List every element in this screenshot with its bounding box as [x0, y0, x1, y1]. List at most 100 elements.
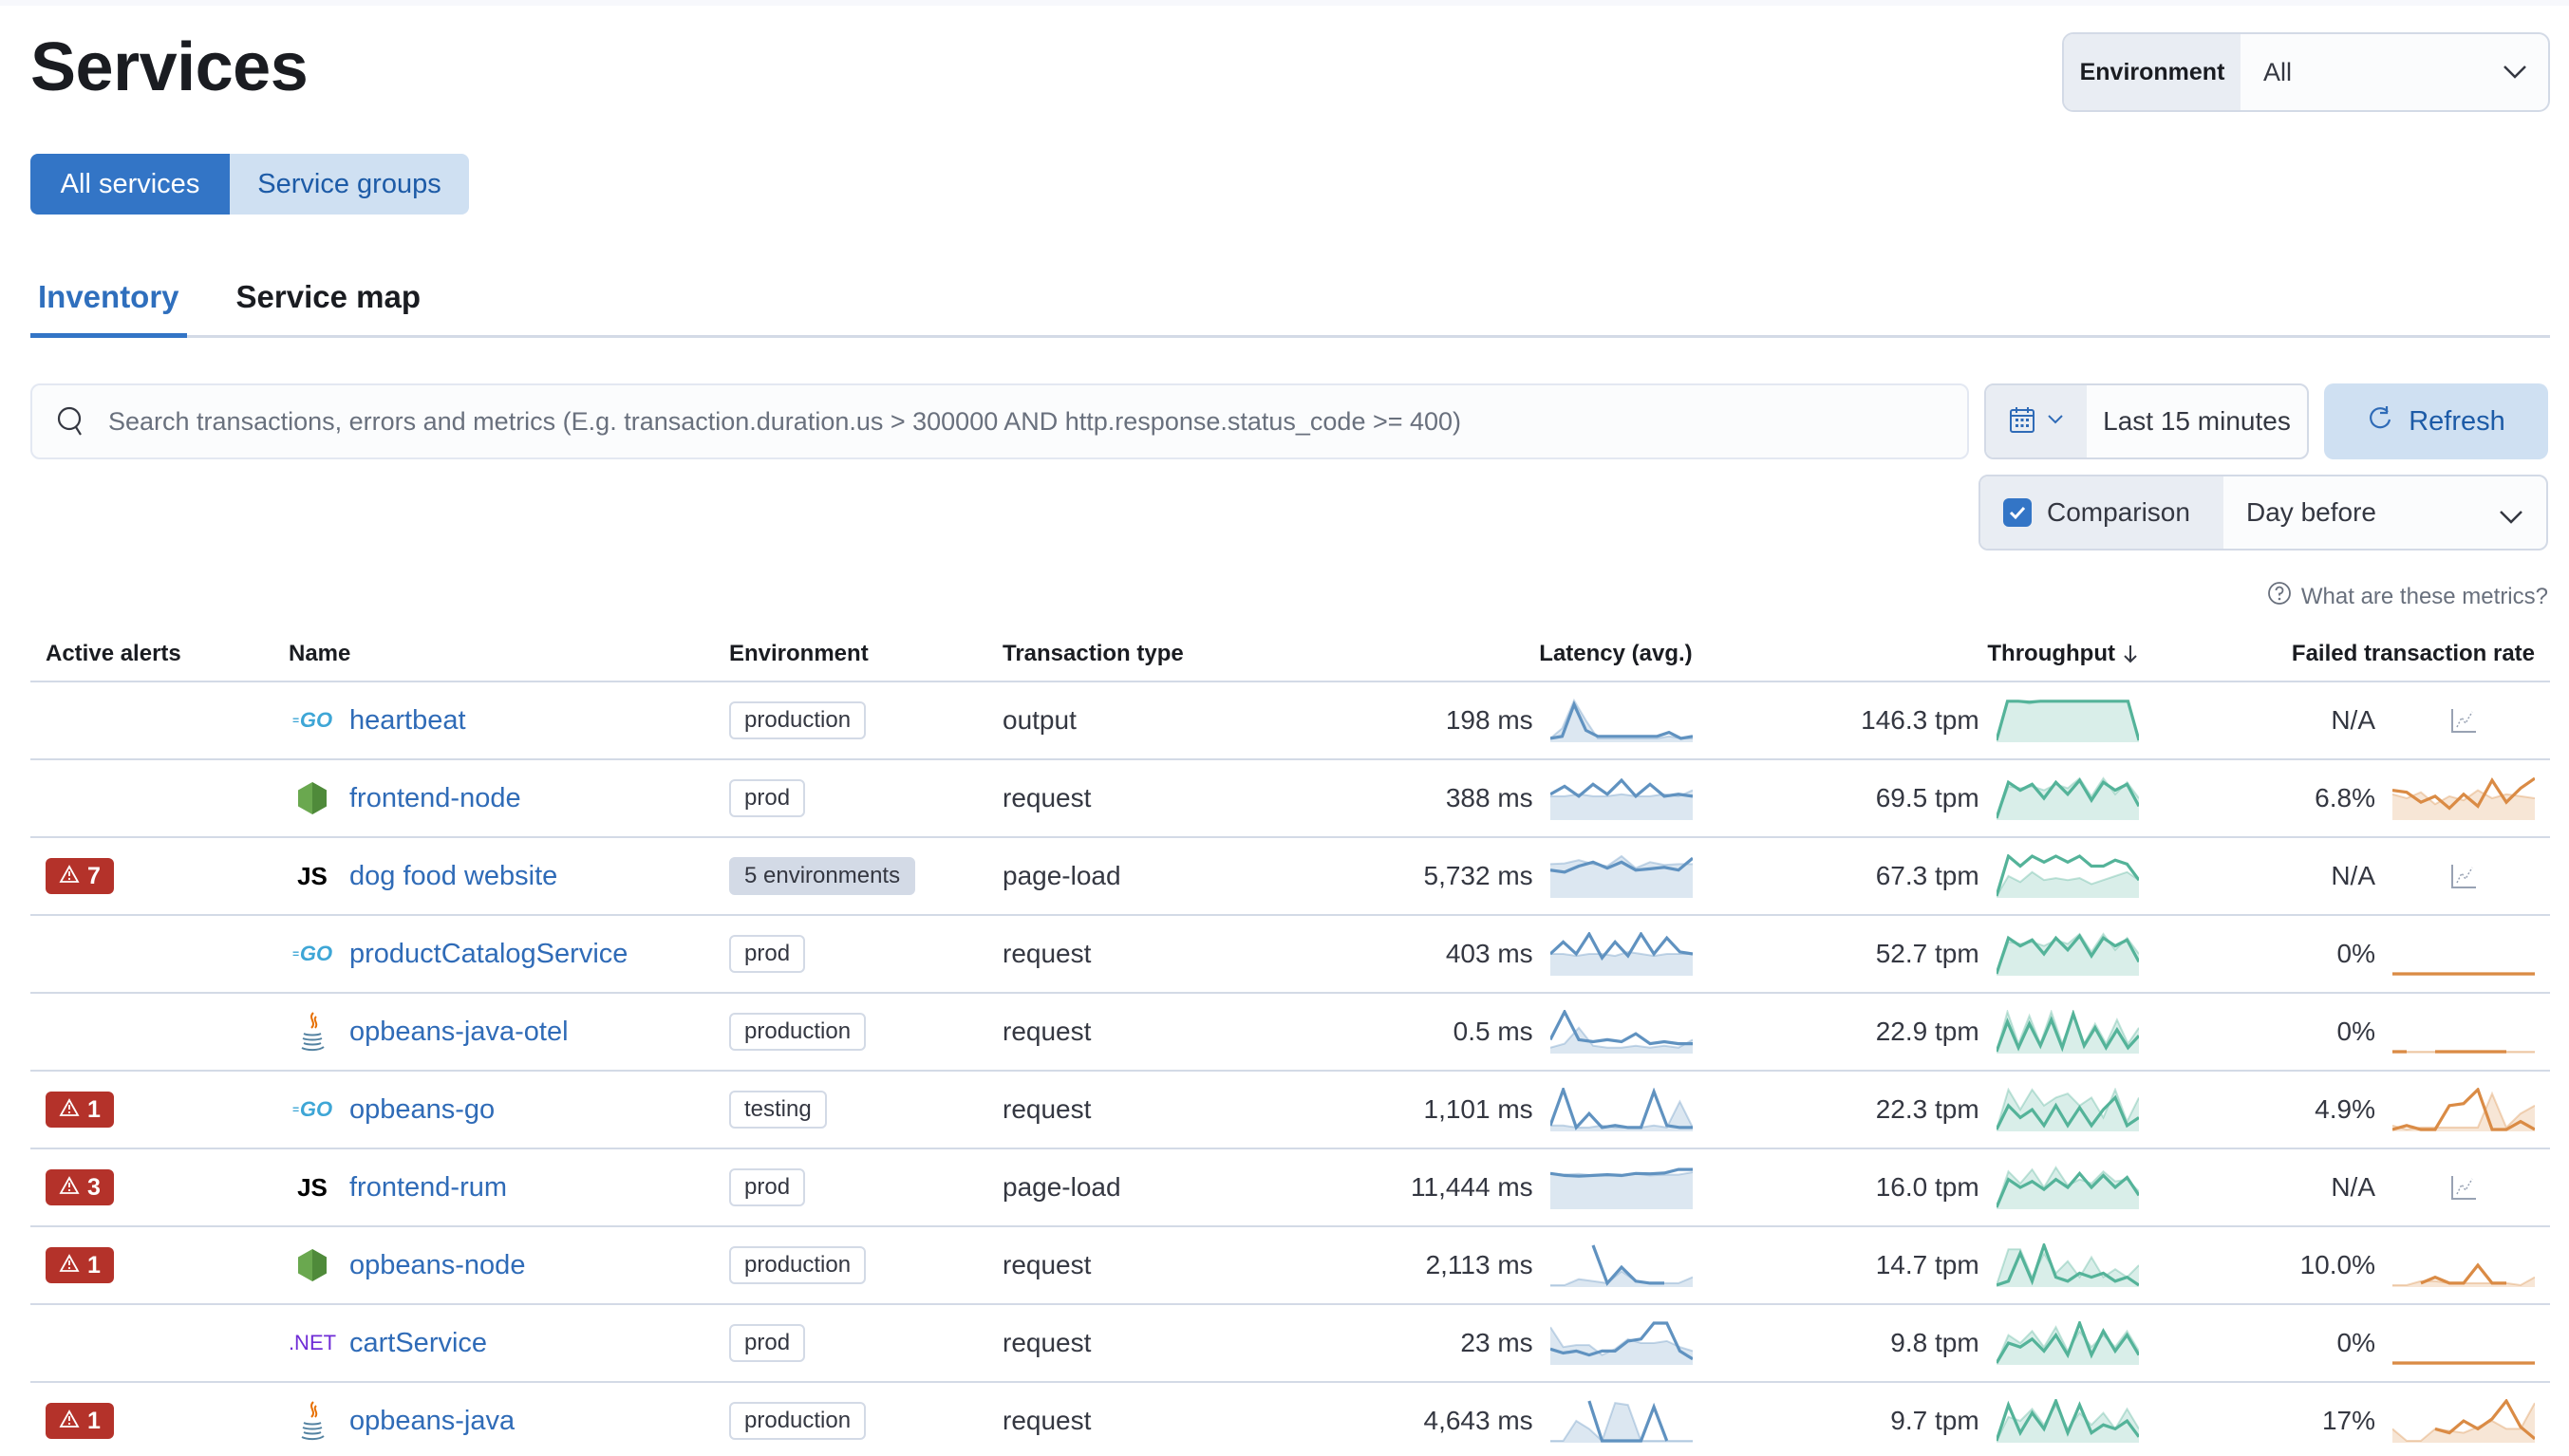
environment-badge[interactable]: 5 environments [729, 857, 916, 895]
column-header-environment[interactable]: Environment [714, 626, 987, 682]
comparison-checkbox[interactable] [2003, 498, 2032, 527]
failed-rate-value: 0% [2336, 939, 2375, 968]
failed-rate-cell: 4.9% [2153, 1071, 2550, 1149]
throughput-cell: 52.7 tpm [1707, 915, 2154, 994]
warning-icon [59, 1408, 80, 1435]
active-alerts-badge[interactable]: 3 [46, 1169, 114, 1205]
throughput-sparkline-comparison-area [1996, 700, 2139, 742]
environment-select-value[interactable]: All [2241, 34, 2482, 110]
date-range-display[interactable]: Last 15 minutes [2087, 385, 2307, 457]
service-link[interactable]: cartService [349, 1328, 487, 1359]
service-link[interactable]: productCatalogService [349, 939, 628, 970]
environment-badge: production [729, 1402, 867, 1440]
throughput-sparkline [1996, 1088, 2139, 1131]
go-agent-icon: = GO [291, 942, 333, 965]
environment-badge: prod [729, 779, 806, 817]
latency-cell: 23 ms [1396, 1304, 1708, 1383]
latency-cell: 198 ms [1396, 681, 1708, 760]
table-row: opbeans-java-otel production request 0.5 ms… [30, 993, 2550, 1072]
column-header-throughput[interactable]: Throughput [1707, 626, 2154, 682]
throughput-sparkline [1996, 1321, 2139, 1365]
service-link[interactable]: opbeans-java [349, 1406, 515, 1437]
failed-rate-sparkline [2392, 1361, 2535, 1365]
latency-cell: 403 ms [1396, 915, 1708, 994]
transaction-type-cell: request [987, 1071, 1396, 1149]
service-groups-button[interactable]: Service groups [230, 154, 469, 215]
tab-service-map[interactable]: Service map [229, 266, 428, 335]
search-input[interactable] [108, 406, 1967, 437]
column-header-name[interactable]: Name [273, 626, 714, 682]
failed-rate-sparkline [2392, 1050, 2535, 1054]
service-link[interactable]: frontend-node [349, 783, 521, 814]
active-alerts-cell: 3 [30, 1148, 273, 1227]
service-link[interactable]: heartbeat [349, 705, 466, 737]
throughput-value: 22.9 tpm [1875, 1017, 1979, 1046]
latency-sparkline [1549, 1321, 1693, 1365]
latency-cell: 388 ms [1396, 759, 1708, 838]
column-header-active-alerts[interactable]: Active alerts [30, 626, 273, 682]
transaction-type-cell: request [987, 915, 1396, 994]
service-name-cell: JS frontend-rum [273, 1148, 714, 1227]
column-header-failed-rate[interactable]: Failed transaction rate [2153, 626, 2550, 682]
latency-value: 0.5 ms [1453, 1017, 1533, 1046]
active-alerts-cell [30, 681, 273, 760]
service-name-cell: opbeans-node [273, 1226, 714, 1305]
environment-badge: production [729, 1246, 867, 1284]
service-link[interactable]: dog food website [349, 861, 557, 892]
failed-rate-cell: N/A [2153, 1148, 2550, 1227]
comparison-label: Comparison [2047, 497, 2190, 527]
service-link[interactable]: frontend-rum [349, 1172, 507, 1204]
environment-select[interactable]: Environment All [2062, 32, 2550, 112]
table-header-row: Active alerts Name Environment Transacti… [30, 626, 2550, 682]
environment-cell: production [714, 993, 987, 1072]
failed-rate-cell: 0% [2153, 1304, 2550, 1383]
column-header-transaction-type[interactable]: Transaction type [987, 626, 1396, 682]
latency-cell: 4,643 ms [1396, 1382, 1708, 1456]
active-alerts-badge[interactable]: 1 [46, 1403, 114, 1439]
throughput-value: 52.7 tpm [1875, 939, 1979, 968]
active-alerts-cell: 7 [30, 837, 273, 916]
go-agent-icon: = GO [291, 708, 333, 732]
transaction-type-cell: request [987, 1226, 1396, 1305]
quick-select-button[interactable] [1986, 385, 2087, 457]
service-link[interactable]: opbeans-java-otel [349, 1017, 569, 1048]
throughput-sparkline [1996, 1166, 2139, 1209]
tab-inventory[interactable]: Inventory [30, 266, 187, 338]
no-data-chart-icon [2392, 1173, 2535, 1202]
service-link[interactable]: opbeans-go [349, 1094, 495, 1126]
latency-cell: 0.5 ms [1396, 993, 1708, 1072]
comparison-select[interactable]: Day before [2223, 476, 2546, 549]
latency-cell: 2,113 ms [1396, 1226, 1708, 1305]
service-link[interactable]: opbeans-node [349, 1250, 525, 1281]
metrics-help-link[interactable]: What are these metrics? [2267, 581, 2548, 612]
environment-cell: prod [714, 759, 987, 838]
latency-cell: 1,101 ms [1396, 1071, 1708, 1149]
failed-rate-cell: N/A [2153, 681, 2550, 760]
all-services-button[interactable]: All services [30, 154, 230, 215]
active-alerts-badge[interactable]: 7 [46, 858, 114, 894]
latency-sparkline [1549, 1400, 1693, 1443]
metrics-help-text: What are these metrics? [2300, 583, 2548, 609]
refresh-button[interactable]: Refresh [2324, 383, 2548, 459]
table-row: 1 opbeans-java production request 4,643 ms 9.… [30, 1382, 2550, 1456]
throughput-value: 16.0 tpm [1875, 1172, 1979, 1202]
calendar-icon [2009, 405, 2035, 439]
table-row: 3 JS frontend-rum prod page-load 11,444 ms 16.… [30, 1148, 2550, 1227]
active-alerts-badge[interactable]: 1 [46, 1247, 114, 1283]
transaction-type-cell: request [987, 1382, 1396, 1456]
column-header-latency[interactable]: Latency (avg.) [1396, 626, 1708, 682]
environment-badge: prod [729, 935, 806, 973]
throughput-value: 67.3 tpm [1875, 861, 1979, 890]
service-name-cell: frontend-node [273, 759, 714, 838]
alert-count: 3 [87, 1173, 101, 1201]
active-alerts-cell [30, 759, 273, 838]
failed-rate-sparkline [2392, 972, 2535, 976]
active-alerts-badge[interactable]: 1 [46, 1092, 114, 1128]
top-border [0, 0, 2569, 6]
throughput-sparkline [1996, 776, 2139, 820]
table-row: = GO heartbeat production output 198 ms 146.3 … [30, 681, 2550, 760]
comparison-toggle[interactable]: Comparison [1980, 476, 2223, 549]
environment-cell: prod [714, 1304, 987, 1383]
chevron-down-icon[interactable] [2482, 34, 2548, 110]
failed-rate-cell: 17% [2153, 1382, 2550, 1456]
